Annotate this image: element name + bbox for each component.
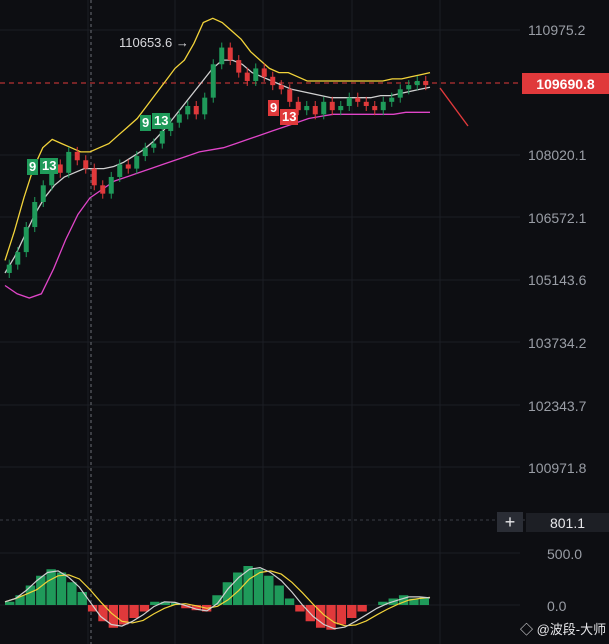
candle-body	[134, 156, 140, 169]
trend-arrow	[439, 87, 469, 127]
candle-body	[74, 151, 80, 161]
candle-body	[83, 160, 89, 169]
candle-body	[91, 168, 97, 186]
candle-body	[142, 147, 148, 157]
oscillator-bar	[46, 569, 56, 605]
candle-body	[32, 202, 38, 228]
price-axis-label: 108020.1	[528, 147, 587, 163]
candle-body	[23, 227, 29, 253]
candle-body	[423, 80, 429, 86]
candle-body	[329, 101, 335, 111]
oscillator-bar	[129, 605, 139, 618]
candle-body	[15, 252, 21, 265]
candle-body	[66, 151, 72, 173]
oscillator-axis-label: 0.0	[547, 598, 567, 614]
oscillator-bar	[264, 575, 274, 605]
candle-body	[253, 68, 259, 81]
peak-price-label: 110653.6 →	[119, 35, 189, 50]
oscillator-axis-label: 500.0	[547, 546, 583, 562]
candle-body	[355, 97, 361, 102]
oscillator-bar	[336, 605, 347, 625]
candle-body	[108, 176, 114, 194]
td-marker: 9	[140, 115, 152, 131]
oscillator-bar	[243, 566, 253, 605]
oscillator-bar	[5, 601, 15, 605]
candle-body	[219, 47, 225, 65]
oscillator-bar	[357, 605, 367, 612]
candle-body	[321, 101, 327, 115]
candle-body	[363, 101, 369, 106]
candle-body	[414, 80, 420, 86]
upper-band-line	[4, 17, 431, 261]
candle-body	[406, 85, 412, 90]
candle-body	[244, 72, 250, 81]
oscillator-bar	[56, 572, 67, 605]
price-marks	[4, 17, 431, 299]
td-marker: 13	[280, 109, 299, 125]
candle-body	[159, 131, 165, 144]
candle-body	[202, 97, 208, 115]
watermark: ◇ @波段-大师	[520, 622, 607, 637]
oscillator-bar	[347, 605, 357, 618]
candle-body	[304, 106, 310, 111]
price-axis-label: 110975.2	[528, 22, 586, 38]
candle-body	[389, 97, 395, 102]
td-marker: 13	[40, 158, 59, 174]
oscillator-bar	[67, 582, 77, 605]
candle-body	[185, 106, 191, 115]
oscillator-marks	[4, 566, 431, 630]
oscillator-bar	[77, 592, 87, 605]
candle-body	[287, 89, 293, 102]
lower-band-line	[4, 111, 430, 299]
oscillator-bar	[274, 585, 284, 605]
candle-body	[117, 164, 123, 177]
candle-body	[40, 185, 46, 202]
oscillator-bar	[253, 569, 264, 605]
candle-body	[261, 68, 267, 77]
candle-body	[236, 60, 242, 73]
candle-body	[346, 97, 352, 106]
candle-body	[338, 106, 344, 111]
price-axis-label: 103734.2	[528, 335, 587, 351]
add-indicator-button[interactable]: +	[497, 512, 523, 532]
td-marker: 9	[27, 159, 39, 175]
current-price-badge: 109690.8	[522, 73, 609, 94]
candle-body	[278, 85, 284, 90]
price-axis-label: 106572.1	[528, 210, 587, 226]
candle-body	[193, 106, 199, 115]
candle-body	[397, 89, 403, 98]
candle-body	[57, 164, 63, 173]
candle-body	[380, 101, 386, 111]
td-marker: 9	[268, 100, 280, 116]
oscillator-bar	[284, 598, 295, 605]
candle-body	[100, 185, 106, 194]
candle-body	[125, 164, 131, 169]
candle-body	[312, 106, 318, 115]
oscillator-bar	[25, 585, 36, 605]
candle-body	[270, 76, 276, 86]
td-marker: 13	[152, 113, 171, 129]
candle-body	[372, 106, 378, 111]
crosshair-value-badge: 801.1	[526, 513, 609, 532]
chart-grid	[0, 0, 609, 644]
candle-body	[176, 114, 182, 123]
candle-body	[210, 64, 216, 98]
price-axis-label: 105143.6	[528, 272, 587, 288]
price-axis-label: 102343.7	[528, 398, 587, 414]
price-axis-label: 100971.8	[528, 460, 587, 476]
candle-body	[227, 47, 233, 61]
price-chart	[0, 0, 609, 644]
candle-body	[151, 143, 157, 148]
candle-body	[6, 264, 12, 273]
